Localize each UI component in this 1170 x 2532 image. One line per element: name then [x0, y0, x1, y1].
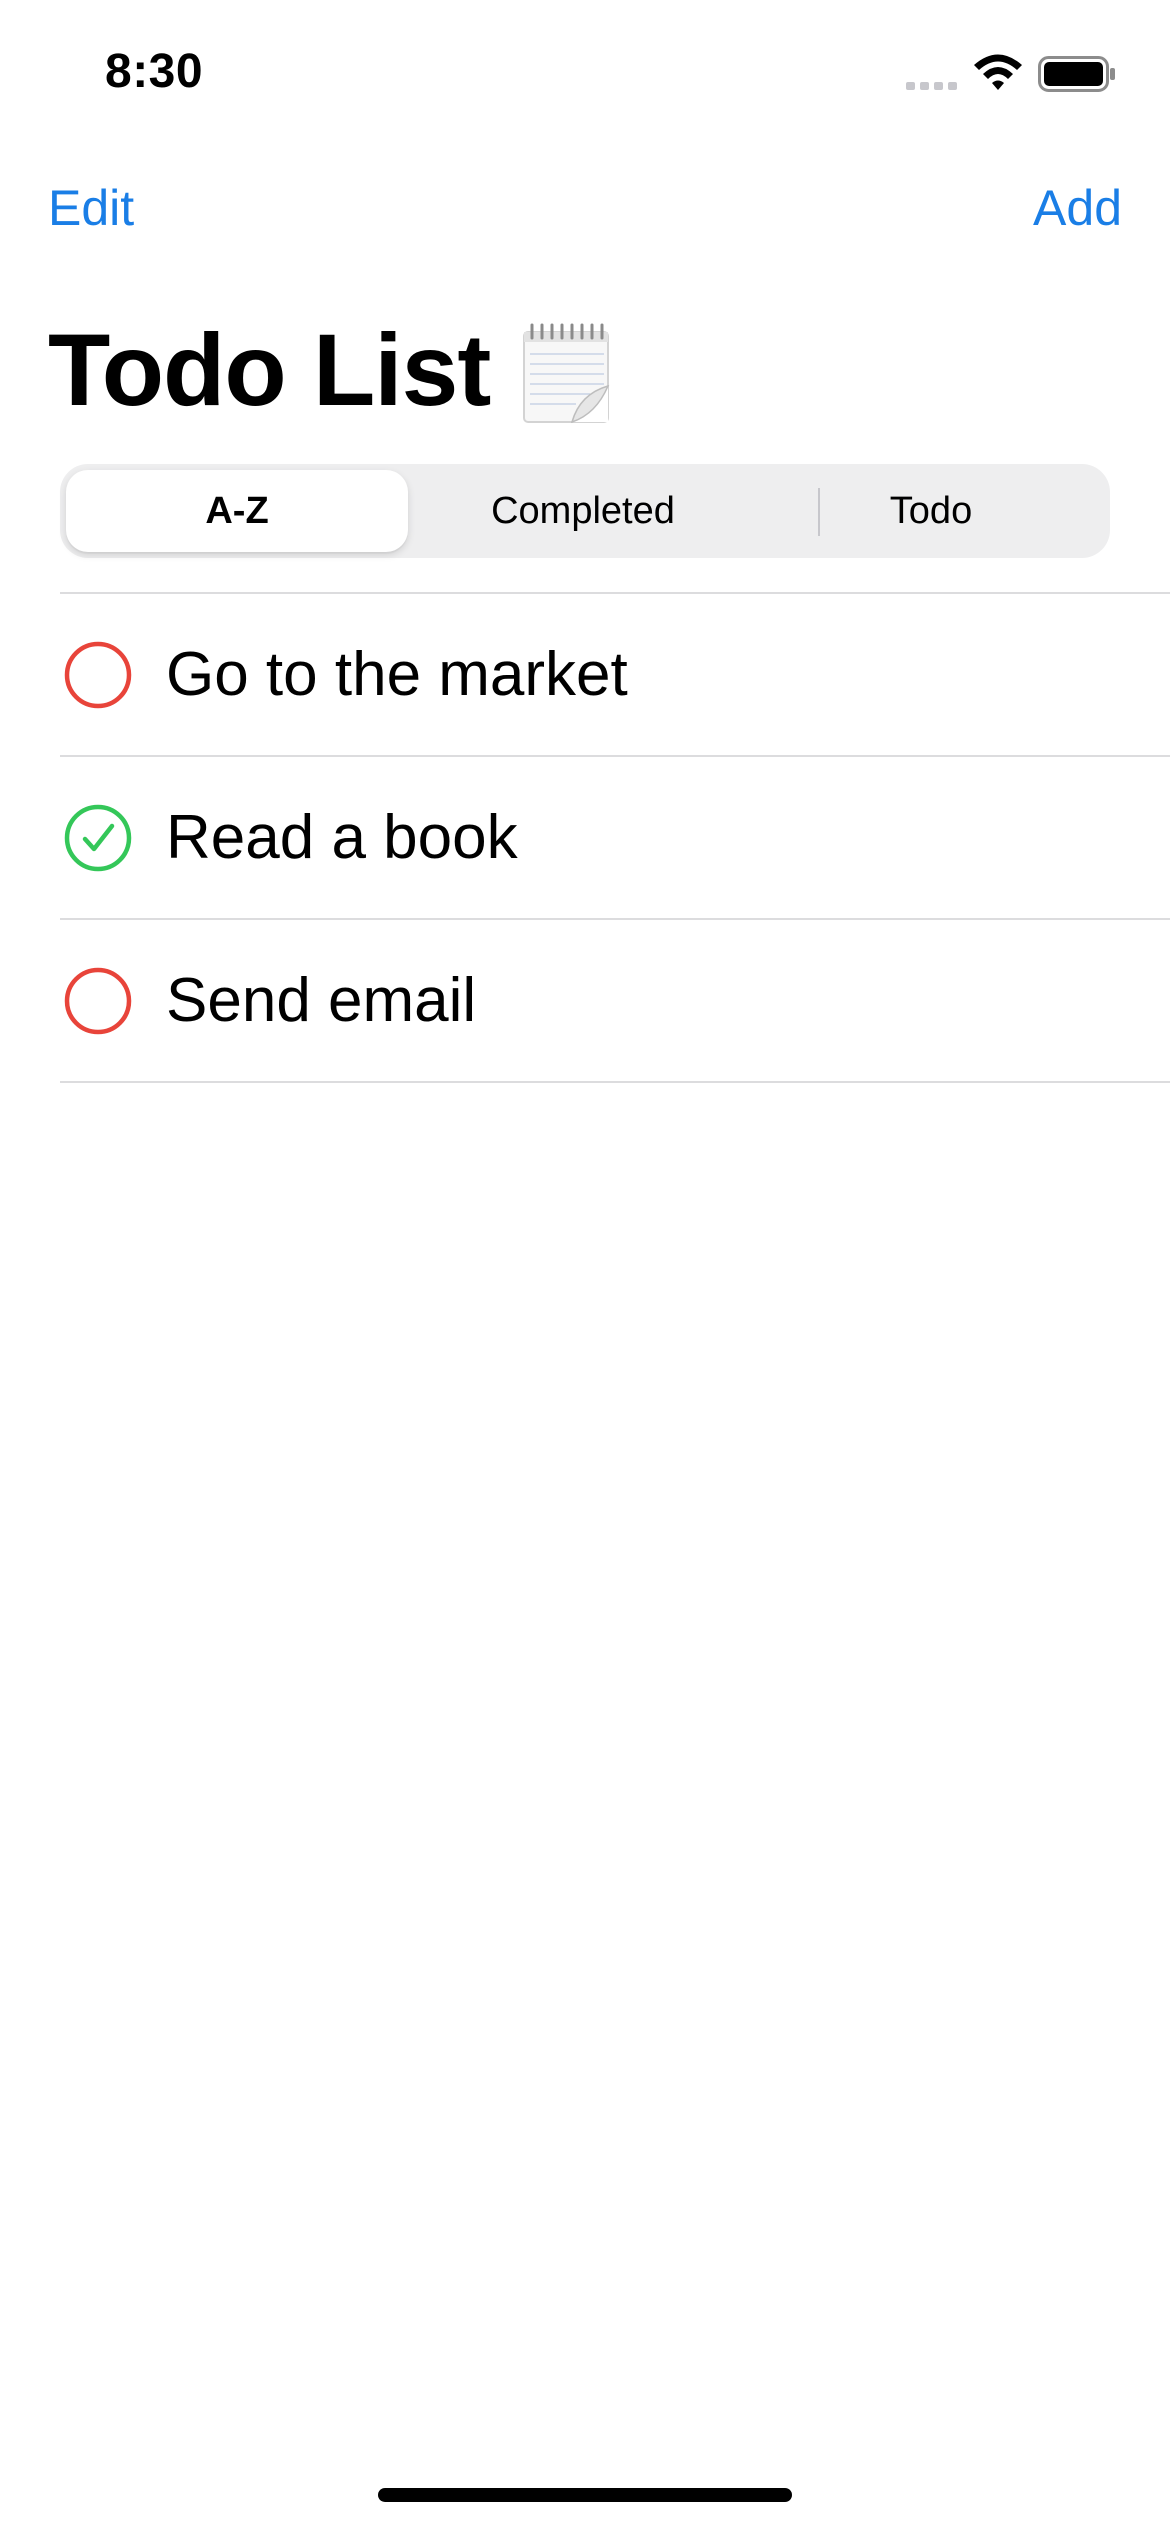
todo-title: Send email [166, 965, 477, 1035]
checkmark-circle-icon[interactable] [64, 804, 132, 872]
segment-completed[interactable]: Completed [412, 470, 754, 552]
segment-a-z[interactable]: A-Z [66, 470, 408, 552]
battery-icon [1038, 56, 1115, 92]
todo-title: Go to the market [166, 639, 628, 709]
incomplete-circle-icon[interactable] [64, 967, 132, 1035]
add-button[interactable]: Add [1033, 178, 1122, 238]
todo-row[interactable]: Read a book [60, 757, 1170, 918]
notepad-icon [523, 323, 610, 424]
segment-todo[interactable]: Todo [758, 470, 1104, 552]
todo-row[interactable]: Go to the market [60, 594, 1170, 755]
incomplete-circle-icon[interactable] [64, 641, 132, 709]
todo-title: Read a book [166, 802, 518, 872]
list-divider [60, 1081, 1170, 1083]
todo-list: Go to the market Read a book Send email [60, 592, 1170, 1083]
edit-button[interactable]: Edit [48, 178, 134, 238]
cellular-signal-icon [906, 82, 957, 90]
page-title: Todo List [48, 313, 491, 427]
todo-row[interactable]: Send email [60, 920, 1170, 1081]
home-indicator [378, 2488, 792, 2502]
sort-segmented-control: A-Z Completed Todo [60, 464, 1110, 558]
status-time: 8:30 [105, 45, 204, 98]
wifi-icon [974, 54, 1022, 90]
title-bar: Todo List [48, 305, 612, 435]
